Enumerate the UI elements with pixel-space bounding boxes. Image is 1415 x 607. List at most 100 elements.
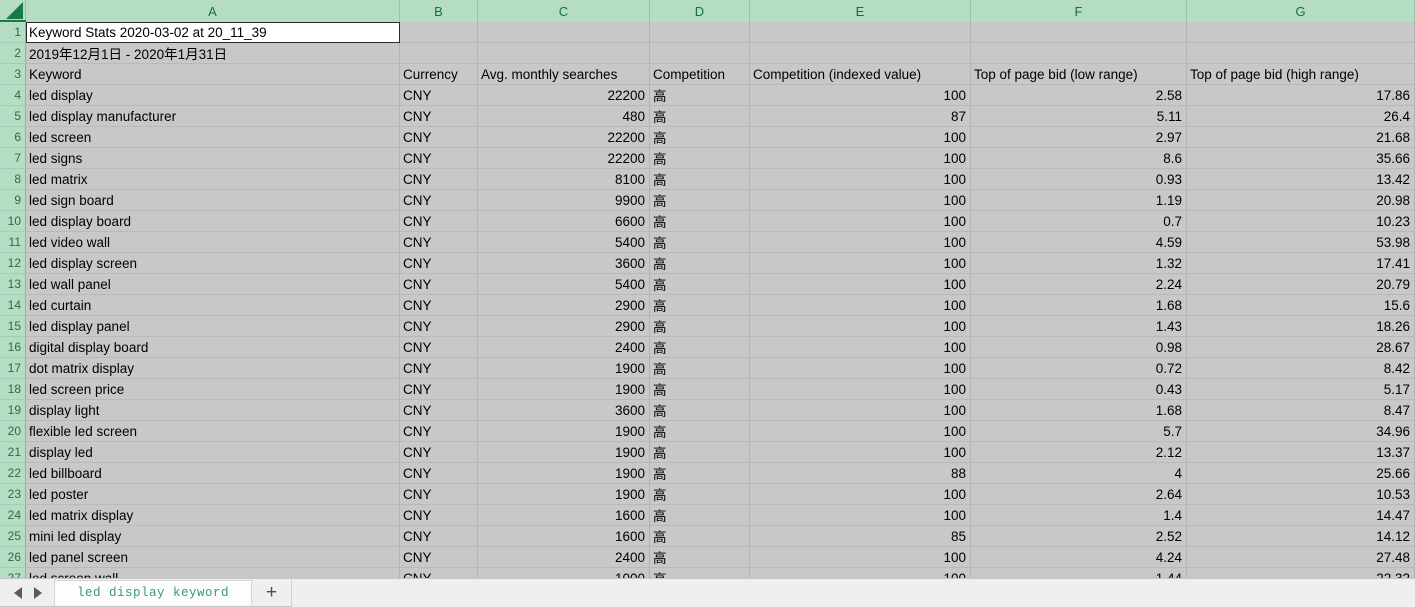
cell-avg-monthly-searches[interactable]: 480: [478, 106, 650, 127]
cell-competition-indexed[interactable]: 100: [750, 358, 971, 379]
cell-currency[interactable]: CNY: [400, 148, 478, 169]
cell-avg-monthly-searches[interactable]: 2400: [478, 337, 650, 358]
cell-keyword[interactable]: led curtain: [26, 295, 400, 316]
cell-currency[interactable]: CNY: [400, 421, 478, 442]
cell-keyword[interactable]: dot matrix display: [26, 358, 400, 379]
table-row[interactable]: 6led screenCNY22200高1002.9721.68: [0, 127, 1415, 148]
row-header-19[interactable]: 19: [0, 400, 26, 421]
cell-competition[interactable]: 高: [650, 85, 750, 106]
table-row[interactable]: 14led curtainCNY2900高1001.6815.6: [0, 295, 1415, 316]
cell-bid-low[interactable]: 2.58: [971, 85, 1187, 106]
cell-keyword[interactable]: led screen: [26, 127, 400, 148]
cell-keyword[interactable]: led display manufacturer: [26, 106, 400, 127]
table-row[interactable]: 19display lightCNY3600高1001.688.47: [0, 400, 1415, 421]
cell-competition-indexed[interactable]: 100: [750, 484, 971, 505]
cell-avg-monthly-searches[interactable]: 8100: [478, 169, 650, 190]
cell-avg-monthly-searches[interactable]: 1000: [478, 568, 650, 578]
cell-bid-low[interactable]: 1.44: [971, 568, 1187, 578]
cell-bid-low[interactable]: 2.24: [971, 274, 1187, 295]
column-header-b[interactable]: B: [400, 0, 478, 22]
table-row[interactable]: 17dot matrix displayCNY1900高1000.728.42: [0, 358, 1415, 379]
cell-competition-indexed[interactable]: 100: [750, 190, 971, 211]
cell-bid-high[interactable]: 15.6: [1187, 295, 1415, 316]
cell-currency[interactable]: CNY: [400, 547, 478, 568]
cell-blank[interactable]: [1187, 43, 1415, 64]
table-row[interactable]: 25mini led displayCNY1600高852.5214.12: [0, 526, 1415, 547]
cell-blank[interactable]: [750, 22, 971, 43]
cell-currency[interactable]: CNY: [400, 337, 478, 358]
cell-keyword[interactable]: led sign board: [26, 190, 400, 211]
cell-bid-high[interactable]: 27.48: [1187, 547, 1415, 568]
cell-competition-indexed[interactable]: 100: [750, 568, 971, 578]
cell-currency[interactable]: CNY: [400, 463, 478, 484]
cell-bid-high[interactable]: 34.96: [1187, 421, 1415, 442]
cell-avg-monthly-searches[interactable]: 2400: [478, 547, 650, 568]
column-header-f[interactable]: F: [971, 0, 1187, 22]
cell-avg-monthly-searches[interactable]: 22200: [478, 127, 650, 148]
cell-competition[interactable]: 高: [650, 463, 750, 484]
table-row[interactable]: 9led sign boardCNY9900高1001.1920.98: [0, 190, 1415, 211]
cell-competition[interactable]: 高: [650, 211, 750, 232]
cell-bid-low[interactable]: 1.32: [971, 253, 1187, 274]
cell-bid-high[interactable]: 13.42: [1187, 169, 1415, 190]
cell-bid-high[interactable]: 53.98: [1187, 232, 1415, 253]
cell-keyword[interactable]: led panel screen: [26, 547, 400, 568]
cell-keyword[interactable]: led billboard: [26, 463, 400, 484]
cell-keyword[interactable]: led video wall: [26, 232, 400, 253]
cell-keyword[interactable]: digital display board: [26, 337, 400, 358]
cell-bid-low[interactable]: 0.7: [971, 211, 1187, 232]
cell-bid-high[interactable]: 26.4: [1187, 106, 1415, 127]
table-column-label[interactable]: Currency: [400, 64, 478, 85]
table-row[interactable]: 26led panel screenCNY2400高1004.2427.48: [0, 547, 1415, 568]
cell-bid-low[interactable]: 4.59: [971, 232, 1187, 253]
table-row[interactable]: 27led screen wallCNY1000高1001.4422.32: [0, 568, 1415, 578]
cell-bid-high[interactable]: 22.32: [1187, 568, 1415, 578]
cell-competition-indexed[interactable]: 100: [750, 400, 971, 421]
column-header-g[interactable]: G: [1187, 0, 1415, 22]
cell-competition[interactable]: 高: [650, 190, 750, 211]
cell-keyword[interactable]: flexible led screen: [26, 421, 400, 442]
cell-bid-low[interactable]: 5.11: [971, 106, 1187, 127]
table-row[interactable]: 22led billboardCNY1900高88425.66: [0, 463, 1415, 484]
cell-avg-monthly-searches[interactable]: 22200: [478, 148, 650, 169]
row-header-8[interactable]: 8: [0, 169, 26, 190]
cell-bid-low[interactable]: 0.72: [971, 358, 1187, 379]
cell-avg-monthly-searches[interactable]: 1600: [478, 505, 650, 526]
cell-avg-monthly-searches[interactable]: 2900: [478, 295, 650, 316]
column-header-e[interactable]: E: [750, 0, 971, 22]
cell-keyword[interactable]: led display screen: [26, 253, 400, 274]
table-column-label[interactable]: Competition: [650, 64, 750, 85]
row-header-1[interactable]: 1: [0, 22, 26, 43]
cell-competition[interactable]: 高: [650, 232, 750, 253]
cell-keyword[interactable]: led matrix: [26, 169, 400, 190]
cell-keyword[interactable]: led display board: [26, 211, 400, 232]
cell-avg-monthly-searches[interactable]: 3600: [478, 400, 650, 421]
cell-avg-monthly-searches[interactable]: 1600: [478, 526, 650, 547]
cell-competition-indexed[interactable]: 100: [750, 253, 971, 274]
row-header-27[interactable]: 27: [0, 568, 26, 578]
table-column-label[interactable]: Competition (indexed value): [750, 64, 971, 85]
sheet-tab-active[interactable]: led display keyword: [54, 580, 252, 605]
cell-bid-high[interactable]: 14.47: [1187, 505, 1415, 526]
cell-competition[interactable]: 高: [650, 169, 750, 190]
cell-competition-indexed[interactable]: 100: [750, 337, 971, 358]
cell-competition-indexed[interactable]: 88: [750, 463, 971, 484]
cell-bid-low[interactable]: 2.97: [971, 127, 1187, 148]
cell-a2-date-range[interactable]: 2019年12月1日 - 2020年1月31日: [26, 43, 400, 64]
cell-competition-indexed[interactable]: 85: [750, 526, 971, 547]
cell-currency[interactable]: CNY: [400, 85, 478, 106]
cell-keyword[interactable]: led signs: [26, 148, 400, 169]
cell-competition-indexed[interactable]: 100: [750, 379, 971, 400]
cell-a1-title[interactable]: Keyword Stats 2020-03-02 at 20_11_39: [26, 22, 400, 43]
column-header-a[interactable]: A: [26, 0, 400, 22]
cell-competition-indexed[interactable]: 100: [750, 547, 971, 568]
row-header-17[interactable]: 17: [0, 358, 26, 379]
cell-bid-high[interactable]: 14.12: [1187, 526, 1415, 547]
table-column-label[interactable]: Keyword: [26, 64, 400, 85]
cell-competition-indexed[interactable]: 100: [750, 232, 971, 253]
cell-competition[interactable]: 高: [650, 106, 750, 127]
cell-currency[interactable]: CNY: [400, 505, 478, 526]
cell-bid-high[interactable]: 21.68: [1187, 127, 1415, 148]
cell-avg-monthly-searches[interactable]: 2900: [478, 316, 650, 337]
cell-bid-low[interactable]: 1.43: [971, 316, 1187, 337]
